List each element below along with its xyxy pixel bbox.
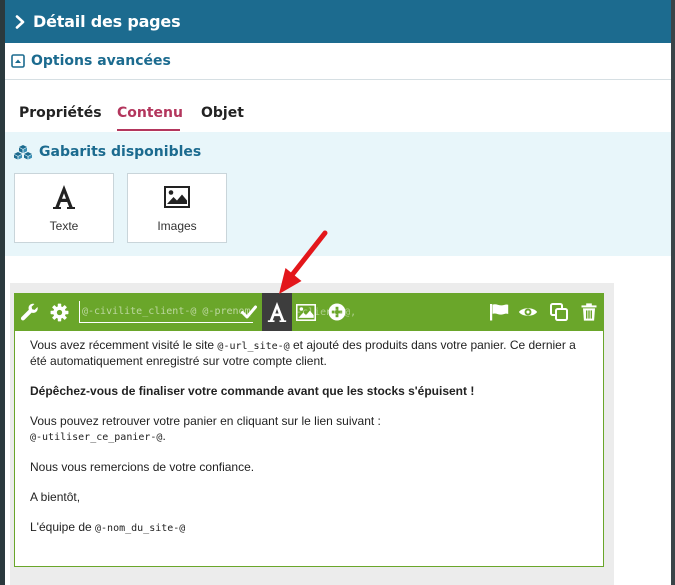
collapse-square-icon bbox=[11, 54, 25, 68]
eye-icon[interactable] bbox=[518, 302, 538, 322]
tab-objet[interactable]: Objet bbox=[201, 105, 244, 121]
paragraph-signature: L'équipe de @-nom_du_site-@ bbox=[30, 520, 186, 534]
advanced-options-title: Options avancées bbox=[31, 53, 171, 69]
email-content-block[interactable]: Vous avez récemment visité le site @-url… bbox=[14, 331, 604, 567]
advanced-options-toggle[interactable]: Options avancées bbox=[5, 43, 671, 80]
template-card-images[interactable]: Images bbox=[127, 173, 227, 243]
tab-contenu[interactable]: Contenu bbox=[117, 105, 183, 121]
paragraph-intro: Vous avez récemment visité le site @-url… bbox=[30, 338, 576, 368]
flag-icon[interactable] bbox=[489, 302, 509, 322]
copy-icon[interactable] bbox=[549, 302, 569, 322]
template-card-label: Images bbox=[157, 219, 197, 233]
tab-proprietes[interactable]: Propriétés bbox=[19, 105, 102, 121]
page-detail-header[interactable]: Détail des pages bbox=[5, 0, 671, 43]
image-icon bbox=[128, 183, 226, 211]
wrench-icon[interactable] bbox=[19, 302, 39, 322]
paragraph-thanks: Nous vous remercions de votre confiance. bbox=[30, 460, 255, 474]
paragraph-urgency: Dépêchez-vous de finaliser votre command… bbox=[30, 384, 475, 398]
tab-bar: Propriétés Contenu Objet bbox=[5, 94, 671, 132]
text-A-icon bbox=[15, 183, 113, 211]
paragraph-link: Vous pouvez retrouver votre panier en cl… bbox=[30, 414, 381, 443]
placeholder-url-site: @-url_site-@ bbox=[217, 341, 290, 352]
page-title: Détail des pages bbox=[33, 12, 181, 31]
block-name-input[interactable] bbox=[79, 301, 253, 323]
templates-section: Gabarits disponibles Texte Images bbox=[5, 132, 671, 256]
templates-header: Gabarits disponibles bbox=[13, 144, 201, 160]
templates-title: Gabarits disponibles bbox=[39, 144, 202, 160]
template-card-label: Texte bbox=[49, 219, 79, 233]
placeholder-cart-link: @-utiliser_ce_panier-@ bbox=[30, 432, 163, 443]
gear-icon[interactable] bbox=[49, 302, 69, 322]
placeholder-site-name: @-nom_du_site-@ bbox=[95, 523, 186, 534]
chevron-right-icon bbox=[15, 14, 25, 29]
cubes-icon bbox=[14, 145, 32, 160]
paragraph-goodbye: A bientôt, bbox=[30, 490, 81, 504]
template-card-texte[interactable]: Texte bbox=[14, 173, 114, 243]
right-edge-strip bbox=[671, 0, 675, 585]
active-tab-indicator bbox=[117, 129, 180, 131]
block-name-overflow-text: -client-@, bbox=[296, 307, 357, 318]
text-format-button[interactable] bbox=[262, 293, 292, 331]
trash-icon[interactable] bbox=[579, 302, 599, 322]
text-A-icon bbox=[267, 302, 287, 322]
